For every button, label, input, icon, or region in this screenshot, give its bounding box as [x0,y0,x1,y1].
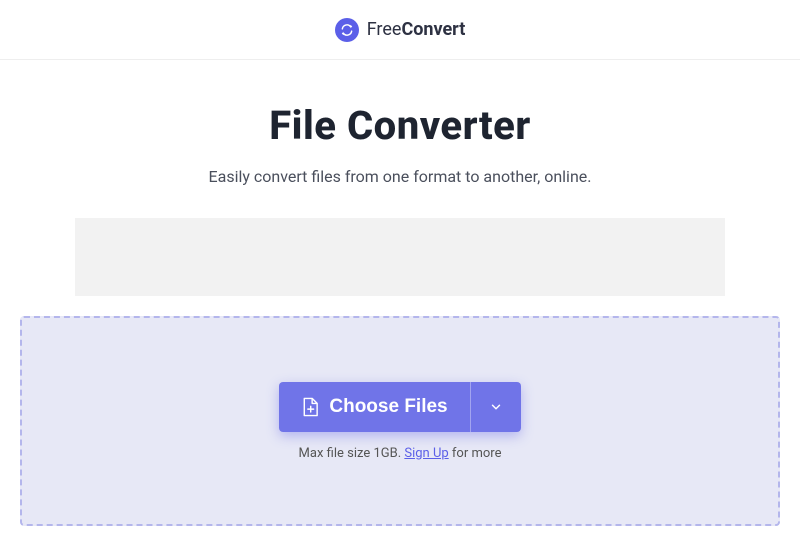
logo[interactable]: FreeConvert [335,18,466,42]
logo-text: FreeConvert [367,19,466,40]
file-add-icon [301,397,319,417]
convert-icon [335,18,359,42]
hero-section: File Converter Easily convert files from… [0,60,800,186]
file-size-info: Max file size 1GB. Sign Up for more [299,446,502,461]
chevron-down-icon [489,400,503,414]
ad-placeholder [75,218,725,296]
info-prefix: Max file size 1GB. [299,446,405,461]
choose-files-button[interactable]: Choose Files [279,382,470,432]
file-dropzone[interactable]: Choose Files Max file size 1GB. Sign Up … [20,316,780,526]
choose-files-group: Choose Files [279,382,520,432]
header: FreeConvert [0,0,800,60]
page-subtitle: Easily convert files from one format to … [0,167,800,186]
logo-prefix: Free [367,19,402,40]
info-suffix: for more [449,446,502,461]
signup-link[interactable]: Sign Up [404,446,448,461]
logo-suffix: Convert [401,19,465,40]
page-title: File Converter [0,102,800,149]
choose-files-dropdown-button[interactable] [471,382,521,432]
choose-files-label: Choose Files [329,396,447,418]
